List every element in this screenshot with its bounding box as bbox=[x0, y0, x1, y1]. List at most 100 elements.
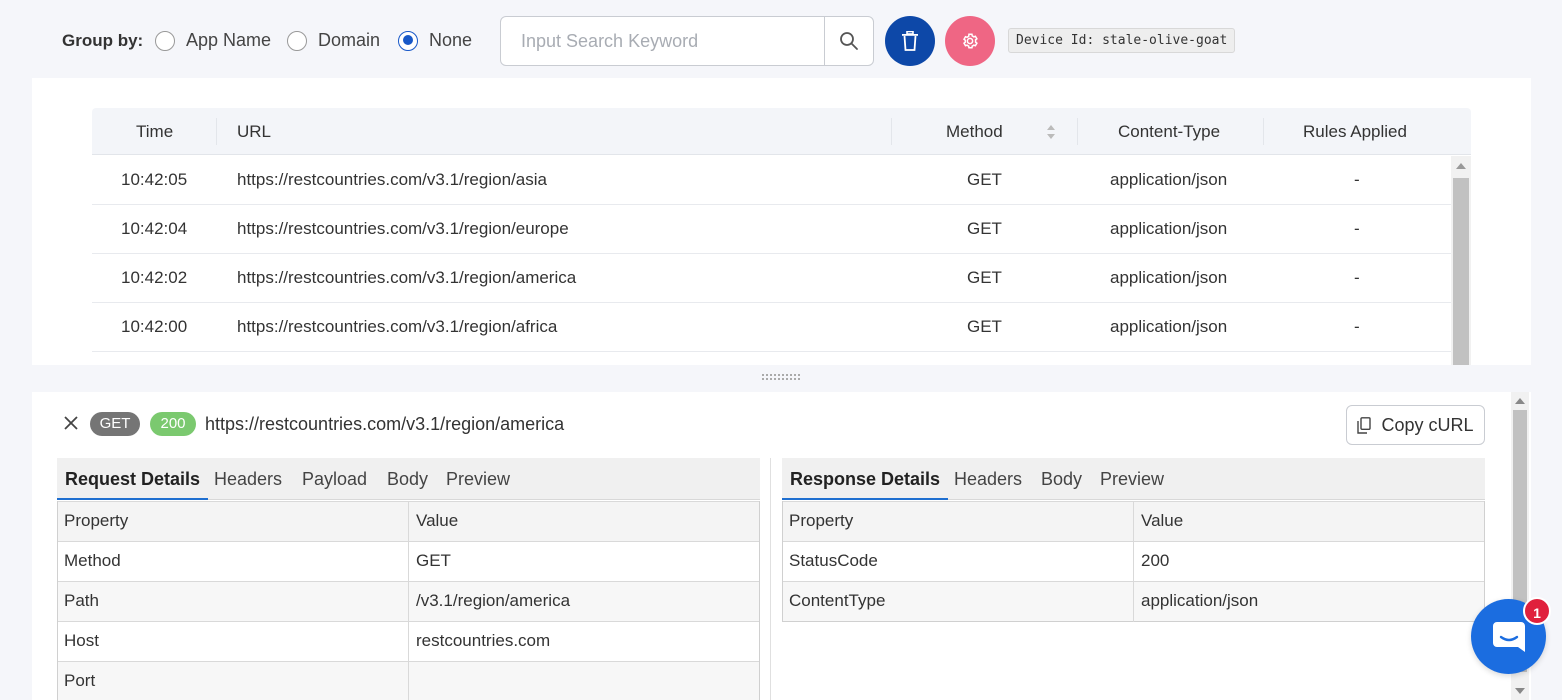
column-header-time[interactable]: Time bbox=[136, 108, 173, 155]
response-properties-table: Property Value StatusCode 200 ContentTyp… bbox=[782, 501, 1485, 622]
close-icon[interactable] bbox=[62, 414, 80, 432]
table-row[interactable]: 10:42:02 https://restcountries.com/v3.1/… bbox=[92, 254, 1451, 303]
chat-icon bbox=[1492, 621, 1525, 652]
header-value: Value bbox=[416, 511, 459, 530]
row-rules: - bbox=[1354, 317, 1360, 336]
row-url: https://restcountries.com/v3.1/region/eu… bbox=[237, 219, 569, 238]
property-value bbox=[409, 662, 761, 700]
row-method: GET bbox=[967, 317, 1002, 336]
clear-requests-button[interactable] bbox=[885, 16, 935, 66]
row-content-type: application/json bbox=[1110, 268, 1228, 287]
copy-curl-label: Copy cURL bbox=[1381, 414, 1474, 435]
table-row: StatusCode 200 bbox=[783, 541, 1484, 582]
row-method: GET bbox=[967, 268, 1002, 287]
request-properties-table: Property Value Method GET Path /v3.1/reg… bbox=[57, 501, 760, 700]
radio-circle[interactable] bbox=[398, 30, 418, 51]
sort-icon[interactable] bbox=[1046, 124, 1056, 140]
row-rules: - bbox=[1354, 219, 1360, 238]
property-key: Host bbox=[58, 622, 409, 662]
row-url: https://restcountries.com/v3.1/region/as… bbox=[237, 170, 547, 189]
notification-badge: 1 bbox=[1523, 597, 1551, 625]
property-value: application/json bbox=[1141, 591, 1259, 610]
tab-request-preview[interactable]: Preview bbox=[438, 458, 518, 500]
request-list-scrollbar[interactable] bbox=[1451, 156, 1471, 365]
group-by-domain-radio[interactable]: Domain bbox=[287, 30, 380, 51]
table-row: Port bbox=[58, 661, 759, 700]
property-value: GET bbox=[416, 551, 451, 570]
header-value: Value bbox=[1141, 511, 1184, 530]
column-header-content-type[interactable]: Content-Type bbox=[1118, 108, 1220, 155]
row-method: GET bbox=[967, 219, 1002, 238]
table-row: Path /v3.1/region/america bbox=[58, 581, 759, 622]
column-separator bbox=[1263, 118, 1264, 145]
status-badge: 200 bbox=[150, 412, 196, 436]
row-rules: - bbox=[1354, 268, 1360, 287]
tab-request-payload[interactable]: Payload bbox=[294, 458, 375, 500]
radio-circle[interactable] bbox=[287, 30, 307, 51]
panel-resize-handle[interactable] bbox=[762, 373, 802, 381]
tab-request-body[interactable]: Body bbox=[379, 458, 436, 500]
search-box bbox=[500, 16, 874, 66]
scroll-up-arrow-icon[interactable] bbox=[1456, 163, 1466, 169]
gear-icon bbox=[963, 33, 978, 49]
group-by-app-name-radio[interactable]: App Name bbox=[155, 30, 271, 51]
table-body: 10:42:05 https://restcountries.com/v3.1/… bbox=[92, 156, 1451, 352]
header-property: Property bbox=[58, 502, 409, 542]
request-details-panel: Request Details Headers Payload Body Pre… bbox=[57, 458, 760, 700]
copy-curl-button[interactable]: Copy cURL bbox=[1346, 405, 1485, 445]
tab-response-preview[interactable]: Preview bbox=[1092, 458, 1172, 500]
table-header-row: Property Value bbox=[783, 501, 1484, 542]
detail-url: https://restcountries.com/v3.1/region/am… bbox=[205, 414, 565, 434]
method-badge: GET bbox=[90, 412, 140, 436]
toolbar: Group by: App Name Domain None Devic bbox=[0, 0, 1562, 78]
property-value: 200 bbox=[1141, 551, 1170, 570]
tab-response-body[interactable]: Body bbox=[1033, 458, 1090, 500]
property-key: ContentType bbox=[783, 582, 1134, 622]
copy-icon bbox=[1357, 416, 1372, 434]
search-button[interactable] bbox=[824, 17, 873, 65]
request-list-panel: Time URL Method Content-Type Rules Appli… bbox=[32, 78, 1531, 365]
row-url: https://restcountries.com/v3.1/region/af… bbox=[237, 317, 558, 336]
tab-response-details[interactable]: Response Details bbox=[782, 458, 949, 500]
row-content-type: application/json bbox=[1110, 317, 1228, 336]
tab-request-headers[interactable]: Headers bbox=[206, 458, 290, 500]
group-by-label: Group by: bbox=[62, 31, 144, 50]
radio-label: App Name bbox=[186, 30, 272, 50]
table-header: Time URL Method Content-Type Rules Appli… bbox=[92, 108, 1471, 155]
settings-button[interactable] bbox=[945, 16, 995, 66]
group-by-none-radio[interactable]: None bbox=[398, 30, 472, 51]
table-header-row: Property Value bbox=[58, 501, 759, 542]
row-time: 10:42:05 bbox=[121, 170, 188, 189]
scroll-down-arrow-icon[interactable] bbox=[1515, 688, 1525, 694]
column-header-method[interactable]: Method bbox=[946, 108, 1003, 155]
row-time: 10:42:04 bbox=[121, 219, 188, 238]
table-row: ContentType application/json bbox=[783, 581, 1484, 622]
scrollbar-thumb[interactable] bbox=[1453, 178, 1469, 365]
scroll-up-arrow-icon[interactable] bbox=[1515, 398, 1525, 404]
table-row[interactable]: 10:42:05 https://restcountries.com/v3.1/… bbox=[92, 156, 1451, 205]
radio-label: Domain bbox=[318, 30, 381, 50]
column-separator bbox=[891, 118, 892, 145]
table-row: Method GET bbox=[58, 541, 759, 582]
search-icon bbox=[840, 32, 858, 50]
row-rules: - bbox=[1354, 170, 1360, 189]
property-key: Path bbox=[58, 582, 409, 622]
column-separator bbox=[216, 118, 217, 145]
request-table: Time URL Method Content-Type Rules Appli… bbox=[92, 108, 1471, 365]
header-property: Property bbox=[783, 502, 1134, 542]
radio-circle[interactable] bbox=[155, 30, 175, 51]
column-header-rules-applied[interactable]: Rules Applied bbox=[1303, 108, 1407, 155]
table-row[interactable]: 10:42:04 https://restcountries.com/v3.1/… bbox=[92, 205, 1451, 254]
response-tabbar: Response Details Headers Body Preview bbox=[782, 458, 1485, 500]
property-value: restcountries.com bbox=[416, 631, 551, 650]
panel-divider bbox=[770, 458, 771, 700]
property-key: Port bbox=[58, 662, 409, 700]
column-header-url[interactable]: URL bbox=[237, 108, 271, 155]
tab-response-headers[interactable]: Headers bbox=[946, 458, 1030, 500]
trash-icon bbox=[902, 31, 918, 51]
table-row[interactable]: 10:42:00 https://restcountries.com/v3.1/… bbox=[92, 303, 1451, 352]
search-input[interactable] bbox=[501, 17, 824, 65]
device-id-tag: Device Id: stale-olive-goat bbox=[1008, 28, 1236, 53]
tab-request-details[interactable]: Request Details bbox=[57, 458, 209, 500]
request-tabbar: Request Details Headers Payload Body Pre… bbox=[57, 458, 760, 500]
